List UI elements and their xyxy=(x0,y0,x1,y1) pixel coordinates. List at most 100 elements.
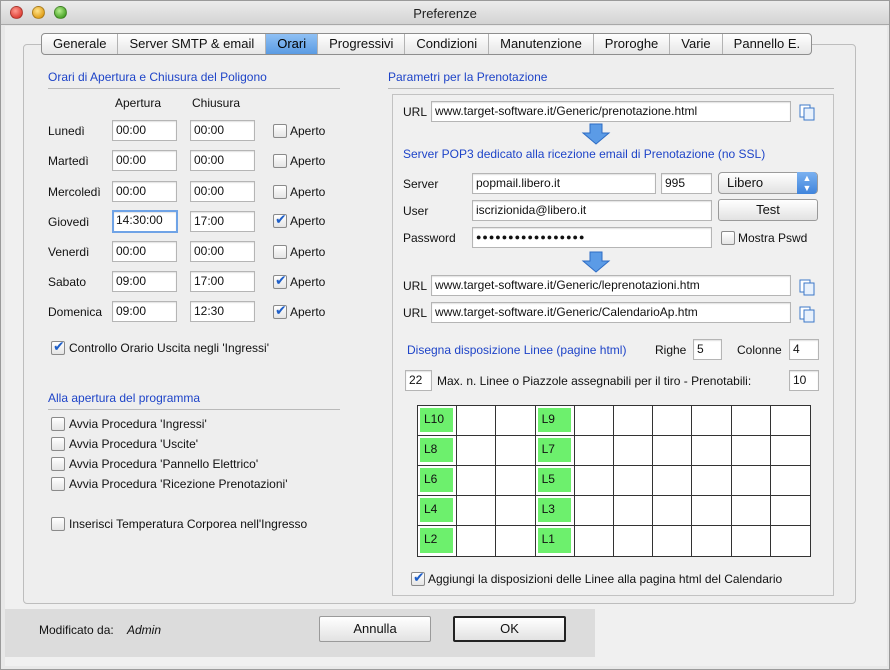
open-time-field[interactable]: 09:00 xyxy=(112,301,177,322)
grid-cell xyxy=(732,526,771,556)
close-time-field[interactable]: 17:00 xyxy=(190,211,255,232)
aperto-checkbox[interactable] xyxy=(273,185,287,199)
prenotabili-field[interactable]: 10 xyxy=(789,370,819,391)
lane-l4[interactable]: L4 xyxy=(420,498,454,522)
lane-l7[interactable]: L7 xyxy=(537,438,571,462)
colonne-field[interactable]: 4 xyxy=(789,339,819,360)
aperto-checkbox[interactable] xyxy=(273,154,287,168)
hours-section-title: Orari di Apertura e Chiusura del Poligon… xyxy=(48,70,267,84)
calendar-url-field[interactable]: www.target-software.it/Generic/Calendari… xyxy=(431,302,791,323)
close-time-field[interactable]: 00:00 xyxy=(190,181,255,202)
grid-cell xyxy=(770,436,810,466)
tab-proroghe[interactable]: Proroghe xyxy=(594,34,671,54)
copy-icon[interactable] xyxy=(798,305,816,323)
grid-cell xyxy=(614,526,654,556)
lane-l6[interactable]: L6 xyxy=(420,468,454,492)
lane-l5[interactable]: L5 xyxy=(537,468,571,492)
copy-icon[interactable] xyxy=(798,103,816,121)
grid-cell: L10 xyxy=(418,406,458,436)
user-field[interactable]: iscrizionida@libero.it xyxy=(472,200,712,221)
righe-field[interactable]: 5 xyxy=(693,339,722,360)
grid-cell: L5 xyxy=(535,466,575,496)
close-time-field[interactable]: 17:00 xyxy=(190,271,255,292)
controllo-orario-checkbox[interactable] xyxy=(51,339,65,355)
close-time-field[interactable]: 00:00 xyxy=(190,241,255,262)
max-lanes-field[interactable]: 22 xyxy=(405,370,432,391)
add-layout-checkbox[interactable] xyxy=(411,570,425,586)
lane-l3[interactable]: L3 xyxy=(537,498,571,522)
tab-server-smtp[interactable]: Server SMTP & email xyxy=(118,34,267,54)
close-time-field[interactable]: 12:30 xyxy=(190,301,255,322)
url-label: URL xyxy=(403,279,428,293)
open-time-field[interactable]: 00:00 xyxy=(112,181,177,202)
lane-l1[interactable]: L1 xyxy=(537,528,571,553)
lane-l8[interactable]: L8 xyxy=(420,438,454,462)
grid-cell xyxy=(731,436,771,466)
grid-cell xyxy=(574,436,614,466)
tab-generale[interactable]: Generale xyxy=(42,34,119,54)
aperto-checkbox[interactable] xyxy=(273,273,287,289)
lane-l9[interactable]: L9 xyxy=(537,408,571,432)
user-label: User xyxy=(403,204,429,218)
day-label: Mercoledì xyxy=(48,185,101,199)
open-time-field[interactable]: 14:30:00 xyxy=(112,210,178,233)
password-field[interactable]: ●●●●●●●●●●●●●●●●● xyxy=(472,227,712,248)
booking-url-field[interactable]: www.target-software.it/Generic/prenotazi… xyxy=(431,101,791,122)
copy-icon[interactable] xyxy=(798,278,816,296)
grid-cell xyxy=(614,466,654,496)
grid-cell xyxy=(771,526,810,556)
tab-orari[interactable]: Orari xyxy=(266,34,319,54)
startup-uscite-checkbox[interactable] xyxy=(51,437,65,451)
open-time-field[interactable]: 00:00 xyxy=(112,120,177,141)
tab-condizioni[interactable]: Condizioni xyxy=(405,34,490,54)
tab-pannello-e[interactable]: Pannello E. xyxy=(723,34,811,54)
bookings-list-url-field[interactable]: www.target-software.it/Generic/leprenota… xyxy=(431,275,791,296)
booking-section-title: Parametri per la Prenotazione xyxy=(388,70,548,84)
show-password-checkbox[interactable] xyxy=(721,231,735,245)
open-time-field[interactable]: 09:00 xyxy=(112,271,177,292)
day-label: Lunedì xyxy=(48,124,85,138)
aperto-label: Aperto xyxy=(290,245,326,259)
aperto-checkbox[interactable] xyxy=(273,212,287,228)
tab-varie[interactable]: Varie xyxy=(670,34,723,54)
col-apertura-header: Apertura xyxy=(115,96,162,110)
grid-cell: L4 xyxy=(418,496,458,526)
port-field[interactable]: 995 xyxy=(661,173,712,194)
grid-cell: L3 xyxy=(535,496,575,526)
day-label: Giovedì xyxy=(48,215,90,229)
test-button[interactable]: Test xyxy=(718,199,818,221)
tab-progressivi[interactable]: Progressivi xyxy=(318,34,406,54)
startup-prenotazioni-checkbox[interactable] xyxy=(51,477,65,491)
startup-pannello-checkbox[interactable] xyxy=(51,457,65,471)
grid-cell xyxy=(457,496,497,526)
lane-l2[interactable]: L2 xyxy=(420,528,454,553)
open-time-field[interactable]: 00:00 xyxy=(112,241,177,262)
temperature-checkbox[interactable] xyxy=(51,517,65,531)
aperto-checkbox[interactable] xyxy=(273,303,287,319)
cancel-button[interactable]: Annulla xyxy=(319,616,431,642)
startup-prenotazioni-label: Avvia Procedura 'Ricezione Prenotazioni' xyxy=(69,477,288,491)
provider-select[interactable]: Libero ▲ ▼ xyxy=(718,172,818,194)
grid-cell xyxy=(496,406,536,436)
day-label: Venerdì xyxy=(48,245,90,259)
grid-cell xyxy=(770,466,810,496)
aperto-checkbox[interactable] xyxy=(273,245,287,259)
modified-by-label: Modificato da: xyxy=(39,623,114,637)
grid-cell: L7 xyxy=(535,436,575,466)
server-field[interactable]: popmail.libero.it xyxy=(472,173,656,194)
grid-cell xyxy=(692,406,732,436)
grid-cell xyxy=(574,496,614,526)
grid-cell xyxy=(692,466,732,496)
startup-ingressi-checkbox[interactable] xyxy=(51,417,65,431)
grid-cell xyxy=(653,496,693,526)
grid-cell xyxy=(731,496,771,526)
ok-button[interactable]: OK xyxy=(453,616,566,642)
aperto-label: Aperto xyxy=(290,154,326,168)
close-time-field[interactable]: 00:00 xyxy=(190,150,255,171)
open-time-field[interactable]: 00:00 xyxy=(112,150,177,171)
close-time-field[interactable]: 00:00 xyxy=(190,120,255,141)
tab-manutenzione[interactable]: Manutenzione xyxy=(489,34,594,54)
aperto-checkbox[interactable] xyxy=(273,124,287,138)
url-label: URL xyxy=(403,306,428,320)
lane-l10[interactable]: L10 xyxy=(420,408,454,432)
